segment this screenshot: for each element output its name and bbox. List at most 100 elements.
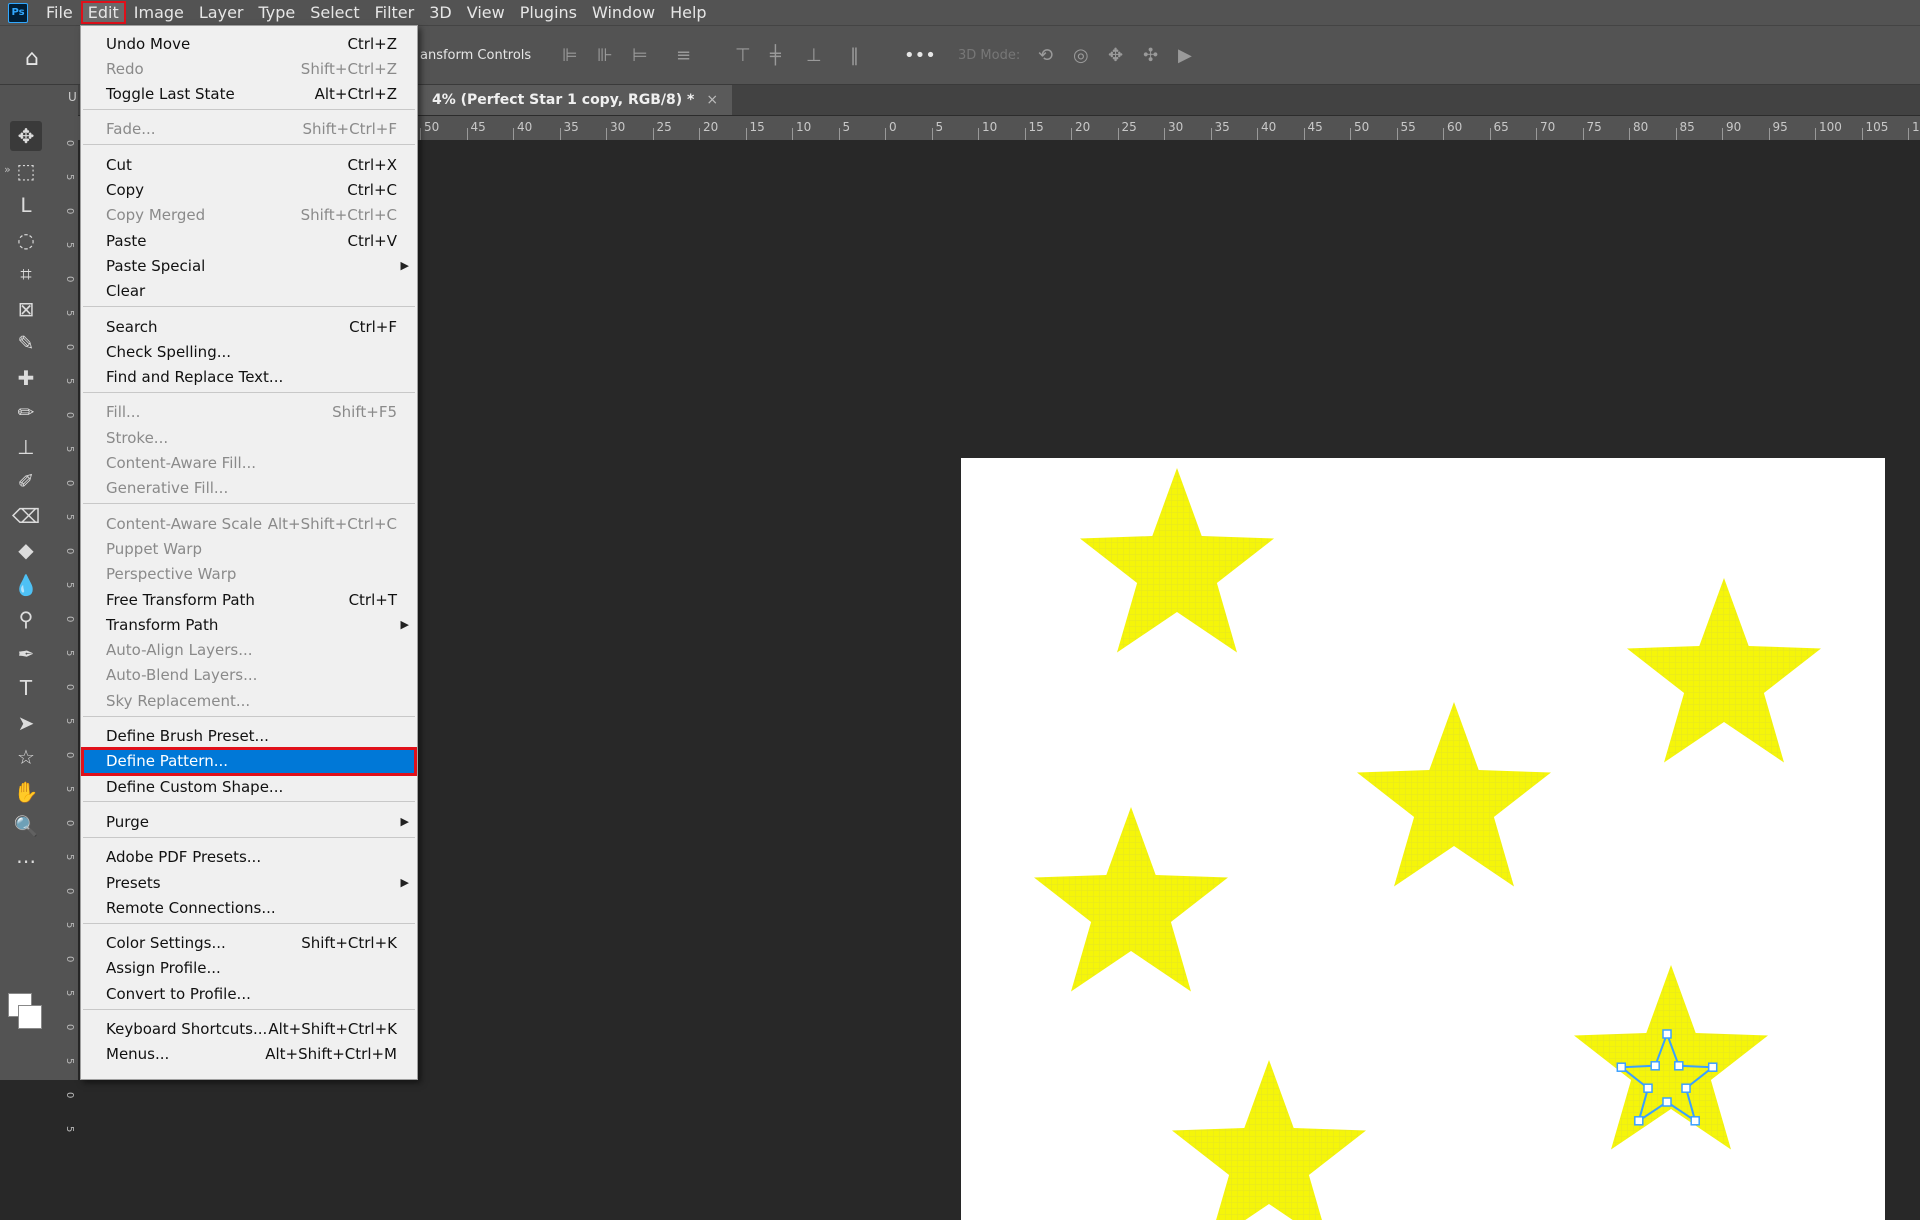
path-anchor-handle[interactable] [1707, 1062, 1718, 1072]
menu-item-cut[interactable]: Cut Ctrl+X [83, 152, 415, 177]
menu-item-fade[interactable]: Fade... Shift+Ctrl+F [83, 117, 415, 142]
menu-item-color-settings[interactable]: Color Settings... Shift+Ctrl+K [83, 931, 415, 956]
path-anchor-handle[interactable] [1643, 1083, 1653, 1093]
menu-view[interactable]: View [461, 2, 511, 23]
star-shape[interactable] [1574, 965, 1768, 1150]
dodge-tool-icon[interactable]: ⚲ [10, 604, 42, 634]
menu-item-check-spelling[interactable]: Check Spelling... [83, 339, 415, 364]
menu-item-toggle-last-state[interactable]: Toggle Last State Alt+Ctrl+Z [83, 82, 415, 107]
menu-item-paste[interactable]: Paste Ctrl+V [83, 228, 415, 253]
menu-plugins[interactable]: Plugins [514, 2, 583, 23]
eraser-tool-icon[interactable]: ⌫ [10, 501, 42, 531]
menu-item-adobe-pdf-presets[interactable]: Adobe PDF Presets... [83, 845, 415, 870]
menu-item-define-custom-shape[interactable]: Define Custom Shape... [83, 774, 415, 799]
menu-item-convert-to-profile[interactable]: Convert to Profile... [83, 981, 415, 1006]
menu-item-define-brush-preset[interactable]: Define Brush Preset... [83, 724, 415, 749]
menu-item-copy[interactable]: Copy Ctrl+C [83, 178, 415, 203]
blur-tool-icon[interactable]: 💧 [10, 570, 42, 600]
path-anchor-handle[interactable] [1650, 1061, 1660, 1071]
path-anchor-handle[interactable] [1690, 1116, 1700, 1126]
hand-tool-icon[interactable]: ✋ [10, 777, 42, 807]
menu-item-auto-align-layers[interactable]: Auto-Align Layers... [83, 638, 415, 663]
distribute-vertical-icon[interactable]: ‖ [850, 45, 859, 66]
path-anchor-handle[interactable] [1634, 1116, 1644, 1126]
menu-item-puppet-warp[interactable]: Puppet Warp [83, 536, 415, 561]
home-icon[interactable]: ⌂ [25, 46, 39, 71]
menu-file[interactable]: File [40, 2, 79, 23]
menu-item-remote-connections[interactable]: Remote Connections... [83, 895, 415, 920]
menu-window[interactable]: Window [586, 2, 661, 23]
menu-item-perspective-warp[interactable]: Perspective Warp [83, 562, 415, 587]
menu-item-define-pattern[interactable]: Define Pattern... [81, 746, 417, 776]
menu-filter[interactable]: Filter [369, 2, 421, 23]
tab-document[interactable]: 4% (Perfect Star 1 copy, RGB/8) * × [418, 85, 733, 115]
menu-item-purge[interactable]: Purge ▶ [83, 809, 415, 834]
menu-edit[interactable]: Edit [80, 1, 126, 24]
path-anchor-handle[interactable] [1681, 1083, 1691, 1093]
menu-item-stroke[interactable]: Stroke... [83, 425, 415, 450]
healing-brush-tool-icon[interactable]: ✚ [10, 363, 42, 393]
menu-item-search[interactable]: Search Ctrl+F [83, 314, 415, 339]
menu-item-undo-move[interactable]: Undo Move Ctrl+Z [83, 31, 415, 56]
menu-item-auto-blend-layers[interactable]: Auto-Blend Layers... [83, 663, 415, 688]
path-selection-tool-icon[interactable]: ➤ [10, 708, 42, 738]
3d-camera-icon[interactable]: ▶ [1178, 45, 1192, 66]
crop-tool-icon[interactable]: ⌗ [10, 259, 42, 289]
menu-item-presets[interactable]: Presets ▶ [83, 870, 415, 895]
menu-item-redo[interactable]: Redo Shift+Ctrl+Z [83, 56, 415, 81]
menu-image[interactable]: Image [128, 2, 190, 23]
distribute-icon[interactable]: ≡ [676, 45, 691, 66]
transform-controls-label[interactable]: ansform Controls [420, 48, 531, 63]
star-shape[interactable] [1172, 1060, 1366, 1220]
history-brush-tool-icon[interactable]: ✐ [10, 466, 42, 496]
pen-tool-icon[interactable]: ✒ [10, 639, 42, 669]
align-center-icon[interactable]: ⊪ [597, 45, 613, 66]
menu-select[interactable]: Select [304, 2, 365, 23]
quick-selection-tool-icon[interactable]: ◌ [10, 225, 42, 255]
path-anchor-handle[interactable] [1616, 1062, 1627, 1072]
3d-orbit-icon[interactable]: ⟲ [1038, 45, 1053, 66]
zoom-tool-icon[interactable]: 🔍 [10, 811, 42, 841]
menu-layer[interactable]: Layer [193, 2, 250, 23]
menu-item-transform-path[interactable]: Transform Path ▶ [83, 612, 415, 637]
close-tab-icon[interactable]: × [706, 92, 718, 108]
align-bottom-icon[interactable]: ⊥ [806, 45, 822, 66]
menu-3d[interactable]: 3D [423, 2, 458, 23]
menu-item-free-transform-path[interactable]: Free Transform Path Ctrl+T [83, 587, 415, 612]
star-shape[interactable] [1627, 578, 1821, 763]
menu-item-copy-merged[interactable]: Copy Merged Shift+Ctrl+C [83, 203, 415, 228]
document-canvas[interactable] [961, 458, 1885, 1220]
menu-item-paste-special[interactable]: Paste Special ▶ [83, 253, 415, 278]
paint-bucket-tool-icon[interactable]: ◆ [10, 535, 42, 565]
menu-item-clear[interactable]: Clear [83, 279, 415, 304]
menu-type[interactable]: Type [252, 2, 301, 23]
menu-item-content-aware-scale[interactable]: Content-Aware Scale Alt+Shift+Ctrl+C [83, 511, 415, 536]
more-options-icon[interactable]: ••• [904, 45, 936, 66]
shape-tool-icon[interactable]: ☆ [10, 742, 42, 772]
menu-item-keyboard-shortcuts[interactable]: Keyboard Shortcuts... Alt+Shift+Ctrl+K [83, 1017, 415, 1042]
3d-pan-icon[interactable]: ✥ [1108, 45, 1123, 66]
menu-item-generative-fill[interactable]: Generative Fill... [83, 476, 415, 501]
brush-tool-icon[interactable]: ✏ [10, 397, 42, 427]
eyedropper-tool-icon[interactable]: ✎ [10, 328, 42, 358]
menu-item-find-and-replace-text[interactable]: Find and Replace Text... [83, 365, 415, 390]
3d-roll-icon[interactable]: ◎ [1073, 45, 1089, 66]
star-shape[interactable] [1357, 702, 1551, 887]
type-tool-icon[interactable]: T [10, 673, 42, 703]
more-tools-icon[interactable]: ⋯ [10, 846, 42, 876]
path-anchor-handle[interactable] [1662, 1029, 1672, 1039]
menu-item-content-aware-fill[interactable]: Content-Aware Fill... [83, 451, 415, 476]
clone-stamp-tool-icon[interactable]: ⊥ [10, 432, 42, 462]
menu-item-sky-replacement[interactable]: Sky Replacement... [83, 688, 415, 713]
marquee-tool-icon[interactable]: ⬚ [10, 156, 42, 186]
background-color-swatch[interactable] [18, 1005, 42, 1029]
move-tool-icon[interactable]: ✥ [10, 121, 42, 151]
align-middle-icon[interactable]: ╪ [770, 45, 781, 66]
align-left-icon[interactable]: ⊫ [562, 45, 578, 66]
star-shape[interactable] [1080, 468, 1274, 653]
path-anchor-handle[interactable] [1662, 1097, 1672, 1107]
star-shape[interactable] [1034, 807, 1228, 992]
menu-help[interactable]: Help [664, 2, 712, 23]
menu-item-menus[interactable]: Menus... Alt+Shift+Ctrl+M [83, 1042, 415, 1067]
path-anchor-handle[interactable] [1674, 1061, 1684, 1071]
